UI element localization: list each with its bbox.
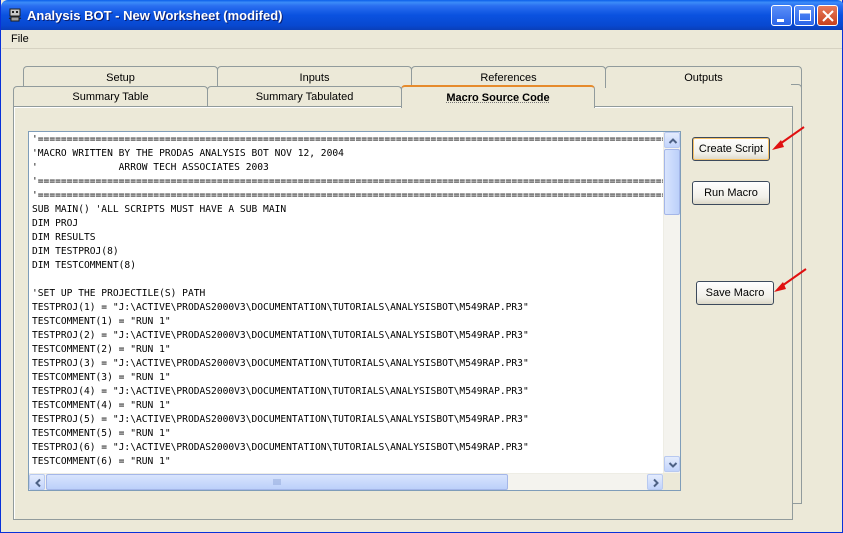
scroll-down-button[interactable] — [664, 456, 680, 472]
menu-file[interactable]: File — [11, 33, 29, 45]
code-line: TESTCOMMENT(4) = "RUN 1" — [32, 400, 171, 411]
scroll-left-button[interactable] — [29, 474, 45, 490]
maximize-button[interactable] — [794, 5, 815, 26]
scroll-up-button[interactable] — [664, 132, 680, 148]
grip-icon — [273, 479, 281, 485]
tab-summary-tabulated[interactable]: Summary Tabulated — [207, 86, 402, 107]
code-line: TESTPROJ(1) = "J:\ACTIVE\PRODAS2000V3\DO… — [32, 302, 529, 313]
code-line: DIM TESTCOMMENT(8) — [32, 260, 136, 271]
horizontal-scrollbar[interactable] — [29, 473, 665, 490]
code-line: TESTPROJ(4) = "J:\ACTIVE\PRODAS2000V3\DO… — [32, 386, 529, 397]
minimize-button[interactable] — [771, 5, 792, 26]
code-line: DIM TESTPROJ(8) — [32, 246, 119, 257]
code-line: ' ARROW TECH ASSOCIATES 2003 — [32, 162, 269, 173]
tab-label: Macro Source Code — [446, 92, 550, 104]
tab-outputs[interactable]: Outputs — [605, 66, 802, 88]
code-line: TESTPROJ(2) = "J:\ACTIVE\PRODAS2000V3\DO… — [32, 330, 529, 341]
save-macro-button[interactable]: Save Macro — [696, 281, 774, 305]
code-line: TESTPROJ(5) = "J:\ACTIVE\PRODAS2000V3\DO… — [32, 414, 529, 425]
tab-label: Inputs — [299, 72, 330, 84]
tab-label: Outputs — [684, 72, 723, 84]
tab-macro-source-code[interactable]: Macro Source Code — [401, 85, 595, 108]
close-icon — [822, 10, 834, 22]
code-line: DIM PROJ — [32, 218, 79, 229]
code-line: 'MACRO WRITTEN BY THE PRODAS ANALYSIS BO… — [32, 148, 344, 159]
annotation-arrow-save — [774, 268, 807, 292]
create-script-button[interactable]: Create Script — [692, 137, 770, 161]
horizontal-scroll-thumb[interactable] — [46, 474, 508, 490]
minimize-icon — [777, 19, 784, 22]
close-button[interactable] — [817, 5, 838, 26]
code-line: TESTCOMMENT(2) = "RUN 1" — [32, 344, 171, 355]
tab-label: Summary Tabulated — [255, 91, 354, 103]
code-line: TESTPROJ(3) = "J:\ACTIVE\PRODAS2000V3\DO… — [32, 358, 529, 369]
annotation-arrow-create — [772, 126, 805, 150]
code-line: '=======================================… — [32, 176, 664, 187]
window-title: Analysis BOT - New Worksheet (modifed) — [27, 8, 283, 23]
code-line: TESTPROJ(6) = "J:\ACTIVE\PRODAS2000V3\DO… — [32, 442, 529, 453]
code-line: '=======================================… — [32, 134, 664, 145]
maximize-icon — [799, 10, 811, 21]
run-macro-button[interactable]: Run Macro — [692, 181, 770, 205]
scrollbar-corner — [663, 473, 680, 490]
app-window: Analysis BOT - New Worksheet (modifed) F… — [0, 0, 843, 533]
title-bar[interactable]: Analysis BOT - New Worksheet (modifed) — [1, 0, 843, 30]
code-line: TESTCOMMENT(1) = "RUN 1" — [32, 316, 171, 327]
code-line: '=======================================… — [32, 190, 664, 201]
vertical-scroll-thumb[interactable] — [664, 149, 680, 215]
vertical-scrollbar[interactable] — [663, 132, 680, 473]
code-line: SUB MAIN() 'ALL SCRIPTS MUST HAVE A SUB … — [32, 204, 287, 215]
scroll-right-button[interactable] — [647, 474, 663, 490]
code-line: TESTCOMMENT(6) = "RUN 1" — [32, 456, 171, 467]
tab-label: Setup — [106, 72, 135, 84]
code-line: TESTCOMMENT(5) = "RUN 1" — [32, 428, 171, 439]
code-line: 'SET UP THE PROJECTILE(S) PATH — [32, 288, 206, 299]
menu-bar: File — [2, 30, 842, 49]
tab-label: Summary Table — [72, 91, 149, 103]
code-text[interactable]: '=======================================… — [32, 133, 664, 471]
code-line: DIM RESULTS — [32, 232, 96, 243]
macro-code-editor[interactable]: '=======================================… — [28, 131, 681, 491]
chevron-left-icon — [35, 478, 41, 488]
tab-label: References — [480, 72, 537, 84]
tab-setup[interactable]: Setup — [23, 66, 218, 88]
tab-inputs[interactable]: Inputs — [217, 66, 412, 88]
code-line: TESTCOMMENT(3) = "RUN 1" — [32, 372, 171, 383]
tab-summary-table[interactable]: Summary Table — [13, 86, 208, 107]
chevron-up-icon — [668, 138, 678, 144]
robot-icon — [7, 7, 23, 23]
chevron-down-icon — [668, 462, 678, 468]
chevron-right-icon — [653, 478, 659, 488]
